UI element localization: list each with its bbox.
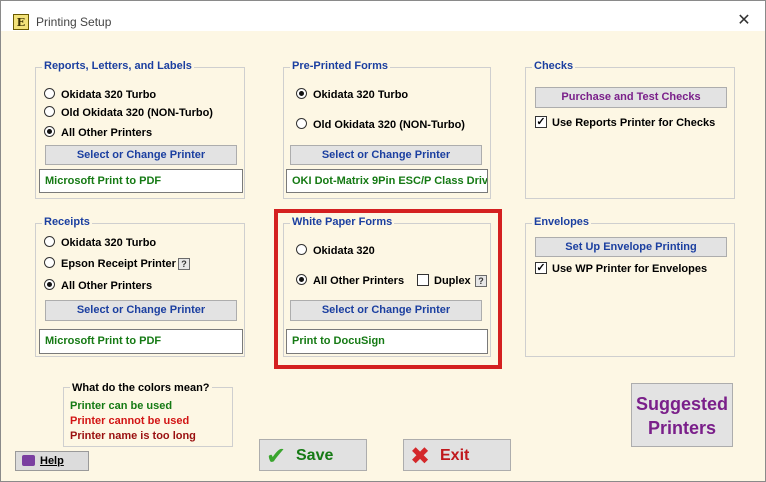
- group-preprinted-title: Pre-Printed Forms: [290, 60, 390, 72]
- epson-help-icon[interactable]: ?: [178, 258, 190, 270]
- suggested-printers-button[interactable]: Suggested Printers: [631, 383, 733, 447]
- envelope-setup-button[interactable]: Set Up Envelope Printing: [535, 237, 727, 257]
- help-book-icon: [22, 455, 35, 466]
- window-title: Printing Setup: [36, 15, 112, 29]
- receipts-select-printer-button[interactable]: Select or Change Printer: [45, 300, 237, 321]
- receipts-printer-name: Microsoft Print to PDF: [39, 329, 243, 354]
- legend-can-use: Printer can be used: [70, 400, 173, 412]
- app-icon: E: [13, 14, 29, 30]
- group-envelopes-title: Envelopes: [532, 216, 592, 228]
- reports-printer-name: Microsoft Print to PDF: [39, 169, 243, 193]
- printing-setup-window: E Printing Setup ✕ Reports, Letters, and…: [0, 0, 766, 482]
- group-checks-title: Checks: [532, 60, 576, 72]
- title-bar: E Printing Setup ✕: [1, 1, 765, 31]
- legend-title: What do the colors mean?: [70, 382, 212, 394]
- color-legend: What do the colors mean? Printer can be …: [63, 382, 233, 447]
- exit-button[interactable]: ✖ Exit: [403, 439, 511, 471]
- help-button[interactable]: Help: [15, 451, 89, 471]
- legend-cannot-use: Printer cannot be used: [70, 415, 190, 427]
- close-icon[interactable]: ✕: [736, 11, 752, 31]
- x-icon: ✖: [410, 443, 431, 470]
- checkmark-icon: ✔: [266, 443, 287, 470]
- preprinted-select-printer-button[interactable]: Select or Change Printer: [290, 145, 482, 165]
- purchase-test-checks-button[interactable]: Purchase and Test Checks: [535, 87, 727, 108]
- group-reports-title: Reports, Letters, and Labels: [42, 60, 194, 72]
- group-receipts-title: Receipts: [42, 216, 92, 228]
- reports-select-printer-button[interactable]: Select or Change Printer: [45, 145, 237, 165]
- legend-too-long: Printer name is too long: [70, 430, 196, 442]
- preprinted-printer-name: OKI Dot-Matrix 9Pin ESC/P Class Driv: [286, 169, 488, 193]
- save-button[interactable]: ✔ Save: [259, 439, 367, 471]
- highlight-frame: [274, 209, 502, 369]
